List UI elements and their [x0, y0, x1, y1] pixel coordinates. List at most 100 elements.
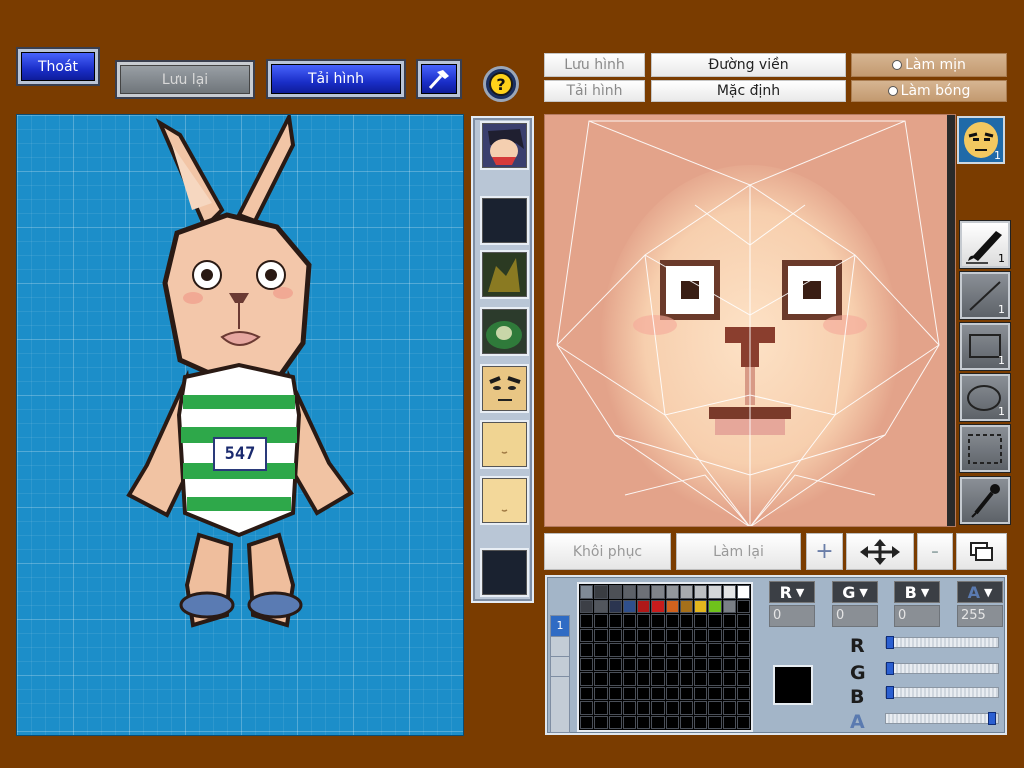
move-button[interactable] — [846, 533, 914, 570]
palette-swatch[interactable] — [651, 643, 665, 657]
channel-a-dropdown[interactable]: A ▼ — [957, 581, 1003, 603]
tool-select[interactable] — [959, 424, 1011, 473]
palette-swatch[interactable] — [708, 715, 722, 729]
palette-swatch[interactable] — [679, 701, 693, 715]
palette-swatch[interactable] — [694, 599, 708, 613]
tool-rectangle[interactable]: 1 — [959, 322, 1011, 371]
palette-swatch[interactable] — [594, 585, 608, 599]
palette-swatch[interactable] — [622, 585, 636, 599]
palette-swatch[interactable] — [637, 701, 651, 715]
slider-b-thumb[interactable] — [886, 686, 894, 699]
smooth-radio[interactable]: Làm mịn — [851, 53, 1007, 77]
palette-swatch[interactable] — [708, 701, 722, 715]
palette-swatch[interactable] — [608, 643, 622, 657]
palette-swatch[interactable] — [665, 701, 679, 715]
palette-swatch[interactable] — [622, 686, 636, 700]
channel-g-dropdown[interactable]: G ▼ — [832, 581, 878, 603]
palette-swatch[interactable] — [580, 672, 594, 686]
palette-swatch[interactable] — [651, 715, 665, 729]
palette-swatch[interactable] — [580, 585, 594, 599]
palette-swatch[interactable] — [580, 599, 594, 613]
outline-button[interactable]: Đường viền — [651, 53, 846, 77]
palette-swatch[interactable] — [608, 686, 622, 700]
palette-swatch[interactable] — [736, 614, 750, 628]
redo-button[interactable]: Làm lại — [676, 533, 801, 570]
palette-tab-4[interactable] — [551, 676, 569, 696]
channel-g-value[interactable]: 0 — [832, 605, 878, 627]
texture-canvas[interactable] — [544, 114, 956, 527]
help-button[interactable]: ? — [483, 66, 519, 102]
palette-swatch[interactable] — [665, 657, 679, 671]
palette-swatch[interactable] — [580, 715, 594, 729]
load-button[interactable]: Tải hình — [266, 59, 406, 99]
palette-swatch[interactable] — [679, 599, 693, 613]
palette-swatch[interactable] — [580, 614, 594, 628]
palette-swatch[interactable] — [736, 686, 750, 700]
palette-swatch[interactable] — [651, 672, 665, 686]
palette-swatch[interactable] — [580, 701, 594, 715]
channel-b-value[interactable]: 0 — [894, 605, 940, 627]
palette-swatch[interactable] — [679, 657, 693, 671]
palette-swatch[interactable] — [637, 628, 651, 642]
palette-swatch[interactable] — [722, 628, 736, 642]
palette-swatch[interactable] — [608, 657, 622, 671]
palette-swatch[interactable] — [637, 657, 651, 671]
channel-r-value[interactable]: 0 — [769, 605, 815, 627]
palette-swatch[interactable] — [622, 657, 636, 671]
palette-swatch[interactable] — [736, 715, 750, 729]
palette-swatch[interactable] — [694, 657, 708, 671]
palette-swatch[interactable] — [651, 657, 665, 671]
load-image-button[interactable]: Tải hình — [544, 80, 645, 102]
palette-swatch[interactable] — [622, 643, 636, 657]
exit-button[interactable]: Thoát — [16, 47, 100, 86]
slider-b[interactable] — [885, 686, 999, 699]
slider-a-thumb[interactable] — [988, 712, 996, 725]
palette-swatch[interactable] — [622, 672, 636, 686]
slider-g[interactable] — [885, 662, 999, 675]
palette-swatch[interactable] — [694, 614, 708, 628]
palette-swatch[interactable] — [637, 686, 651, 700]
palette-swatch[interactable] — [694, 715, 708, 729]
palette-swatch[interactable] — [736, 657, 750, 671]
palette-swatch[interactable] — [708, 657, 722, 671]
palette-tab-1[interactable]: 1 — [551, 616, 569, 636]
slider-a[interactable] — [885, 712, 999, 725]
palette-swatch[interactable] — [594, 715, 608, 729]
zoom-out-button[interactable]: - — [917, 533, 953, 570]
palette-swatch[interactable] — [637, 715, 651, 729]
palette-swatch[interactable] — [594, 599, 608, 613]
part-slot-face-2[interactable] — [480, 420, 529, 469]
palette-swatch[interactable] — [608, 628, 622, 642]
palette-swatch[interactable] — [708, 614, 722, 628]
hammer-button[interactable] — [416, 59, 462, 99]
channel-b-dropdown[interactable]: B ▼ — [894, 581, 940, 603]
palette-swatch[interactable] — [722, 672, 736, 686]
palette-swatch[interactable] — [594, 628, 608, 642]
palette-swatch[interactable] — [665, 686, 679, 700]
palette-swatch[interactable] — [637, 599, 651, 613]
palette-swatch[interactable] — [708, 686, 722, 700]
palette-swatch[interactable] — [679, 614, 693, 628]
palette-swatch[interactable] — [694, 686, 708, 700]
avatar[interactable]: 1 — [957, 116, 1005, 164]
palette-swatch[interactable] — [651, 599, 665, 613]
palette-swatch[interactable] — [708, 628, 722, 642]
palette-grid[interactable] — [577, 582, 753, 732]
palette-swatch[interactable] — [736, 701, 750, 715]
palette-swatch[interactable] — [608, 701, 622, 715]
palette-swatch[interactable] — [594, 614, 608, 628]
palette-swatch[interactable] — [708, 585, 722, 599]
part-slot-face-1[interactable] — [480, 364, 529, 413]
palette-swatch[interactable] — [594, 643, 608, 657]
palette-swatch[interactable] — [637, 585, 651, 599]
slider-g-thumb[interactable] — [886, 662, 894, 675]
palette-swatch[interactable] — [622, 715, 636, 729]
part-slot-hat[interactable] — [480, 250, 529, 299]
palette-swatch[interactable] — [665, 628, 679, 642]
palette-swatch[interactable] — [622, 614, 636, 628]
palette-swatch[interactable] — [637, 614, 651, 628]
save-button[interactable]: Lưu lại — [115, 60, 255, 99]
palette-swatch[interactable] — [580, 686, 594, 700]
part-slot-face-3[interactable] — [480, 476, 529, 525]
palette-swatch[interactable] — [722, 614, 736, 628]
